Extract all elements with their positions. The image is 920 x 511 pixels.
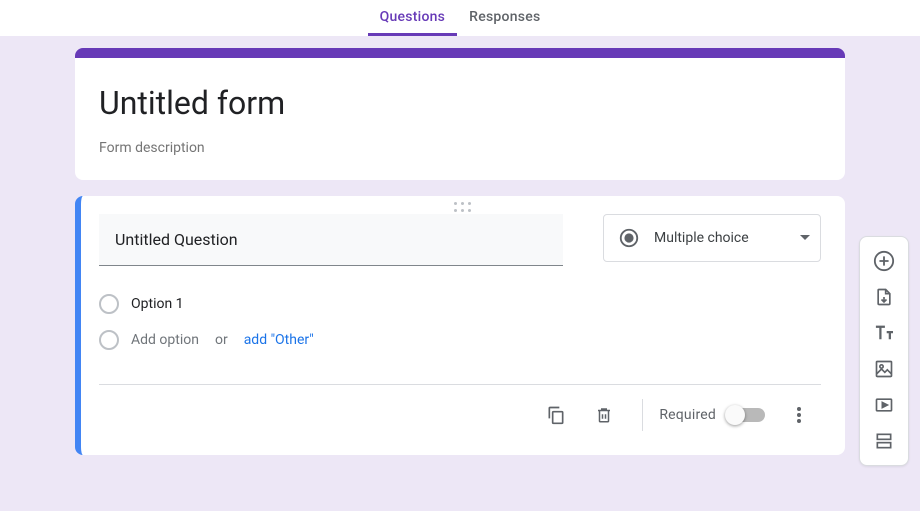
- video-icon: [874, 395, 894, 415]
- copy-icon: [546, 405, 566, 425]
- add-video-button[interactable]: [866, 387, 902, 423]
- plus-circle-icon: [873, 250, 895, 272]
- tab-questions[interactable]: Questions: [368, 1, 458, 36]
- chevron-down-icon: [800, 235, 810, 241]
- add-title-button[interactable]: [866, 315, 902, 351]
- radio-unchecked-icon: [99, 330, 119, 350]
- question-footer: Required: [99, 385, 821, 449]
- question-card: Multiple choice Option 1 Add option or a…: [75, 196, 845, 455]
- tab-responses[interactable]: Responses: [457, 1, 552, 36]
- add-other-button[interactable]: add "Other": [244, 332, 314, 348]
- divider: [642, 399, 643, 431]
- form-description-input[interactable]: [99, 124, 821, 156]
- form-title-input[interactable]: [99, 80, 821, 124]
- import-icon: [874, 287, 894, 307]
- question-type-select[interactable]: Multiple choice: [603, 214, 821, 262]
- option-label[interactable]: Option 1: [131, 296, 184, 312]
- more-button[interactable]: [777, 393, 821, 437]
- add-section-button[interactable]: [866, 423, 902, 459]
- import-questions-button[interactable]: [866, 279, 902, 315]
- add-question-button[interactable]: [866, 243, 902, 279]
- required-label: Required: [659, 407, 716, 423]
- add-option-row: Add option or add "Other": [99, 322, 821, 358]
- drag-handle-icon[interactable]: [81, 196, 845, 214]
- options-list: Option 1 Add option or add "Other": [99, 266, 821, 364]
- delete-button[interactable]: [582, 393, 626, 437]
- question-type-label: Multiple choice: [654, 230, 749, 246]
- trash-icon: [595, 405, 613, 425]
- duplicate-button[interactable]: [534, 393, 578, 437]
- section-icon: [874, 431, 894, 451]
- side-toolbar: [859, 236, 909, 466]
- more-vert-icon: [797, 406, 801, 424]
- radio-checked-icon: [618, 227, 640, 249]
- option-row[interactable]: Option 1: [99, 286, 821, 322]
- required-toggle[interactable]: [728, 408, 765, 422]
- or-text: or: [215, 332, 228, 348]
- canvas: Multiple choice Option 1 Add option or a…: [0, 36, 920, 511]
- image-icon: [874, 359, 894, 379]
- question-title-input[interactable]: [99, 214, 563, 266]
- add-image-button[interactable]: [866, 351, 902, 387]
- text-icon: [873, 324, 895, 342]
- form-header-card: [75, 48, 845, 180]
- add-option-button[interactable]: Add option: [131, 332, 199, 348]
- radio-unchecked-icon: [99, 294, 119, 314]
- tabs-bar: Questions Responses: [0, 0, 920, 36]
